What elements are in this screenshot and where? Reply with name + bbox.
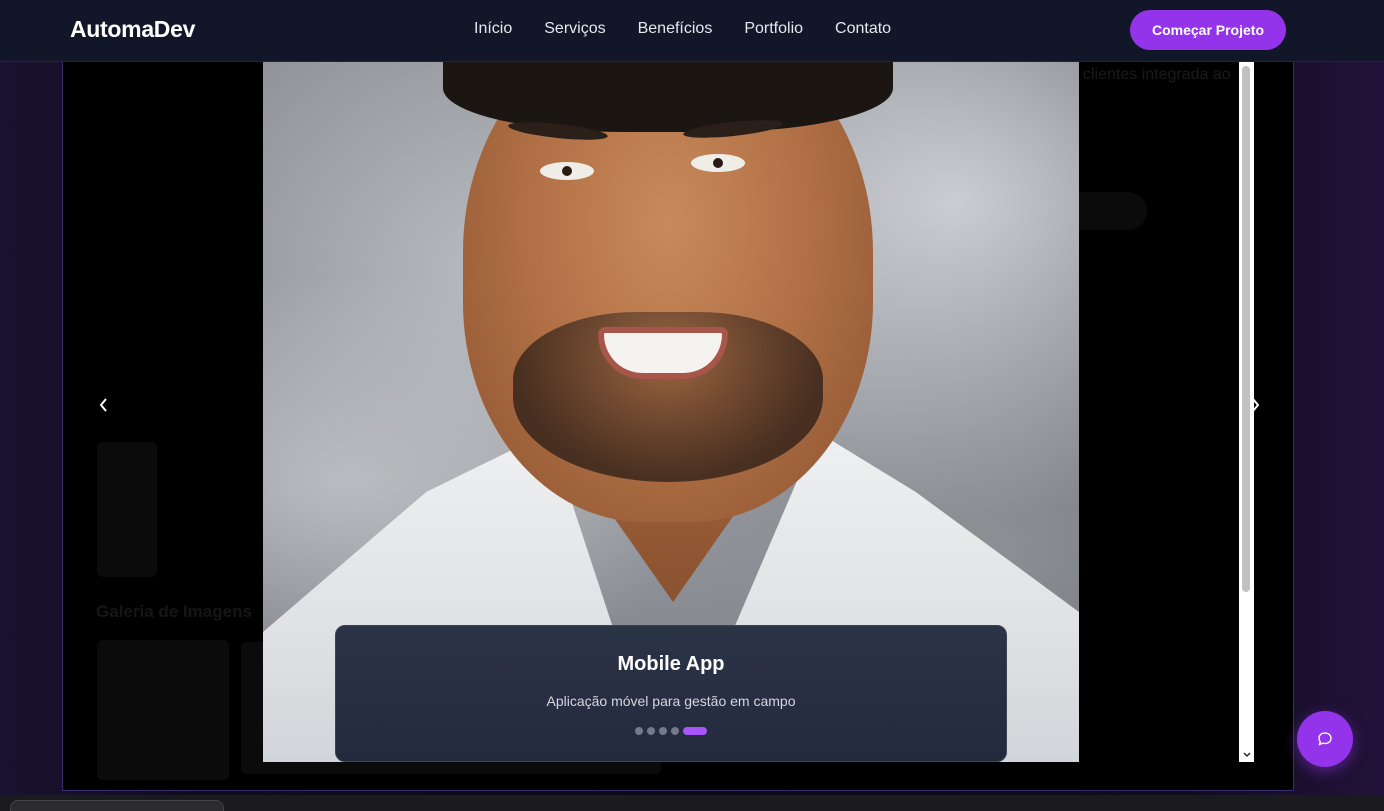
slide-dot[interactable]	[647, 727, 655, 735]
slide-dot[interactable]	[671, 727, 679, 735]
portrait-smile	[598, 327, 728, 379]
portrait-hair	[443, 62, 893, 132]
start-project-button[interactable]: Começar Projeto	[1130, 10, 1286, 50]
slide-caption: Mobile App Aplicação móvel para gestão e…	[335, 625, 1007, 762]
prev-slide-button[interactable]	[92, 393, 116, 417]
chat-button[interactable]	[1297, 711, 1353, 767]
scrollbar-thumb[interactable]	[1242, 66, 1250, 592]
gallery-thumb-ghost	[97, 640, 229, 780]
gallery-heading-ghost: Galeria de Imagens	[96, 602, 252, 621]
modal-scrollbar[interactable]	[1239, 62, 1254, 762]
os-taskbar	[0, 795, 1384, 811]
background-card-ghost	[97, 442, 157, 577]
chevron-left-icon	[99, 398, 107, 412]
nav-link-portfolio[interactable]: Portfolio	[744, 20, 803, 38]
slide-dot[interactable]	[659, 727, 667, 735]
nav-link-inicio[interactable]: Início	[474, 20, 512, 38]
chat-bubble-icon	[1318, 732, 1332, 746]
slide-indicators	[635, 727, 707, 735]
slide-description: Aplicação móvel para gestão em campo	[546, 693, 796, 709]
slide-dot-active[interactable]	[683, 727, 707, 735]
navbar: AutomaDev Início Serviços Benefícios Por…	[0, 0, 1384, 62]
slide-dot[interactable]	[635, 727, 643, 735]
background-text: clientes integrada ao	[1083, 66, 1231, 83]
nav-link-servicos[interactable]: Serviços	[544, 20, 605, 38]
scroll-down-icon[interactable]	[1241, 748, 1252, 762]
portrait-eye-left	[540, 162, 594, 180]
portrait-eye-right	[691, 154, 745, 172]
nav-links: Início Serviços Benefícios Portfolio Con…	[474, 20, 891, 38]
slide-title: Mobile App	[617, 653, 725, 675]
nav-link-beneficios[interactable]: Benefícios	[638, 20, 713, 38]
logo[interactable]: AutomaDev	[70, 16, 195, 43]
taskbar-search[interactable]	[10, 800, 224, 811]
nav-link-contato[interactable]: Contato	[835, 20, 891, 38]
